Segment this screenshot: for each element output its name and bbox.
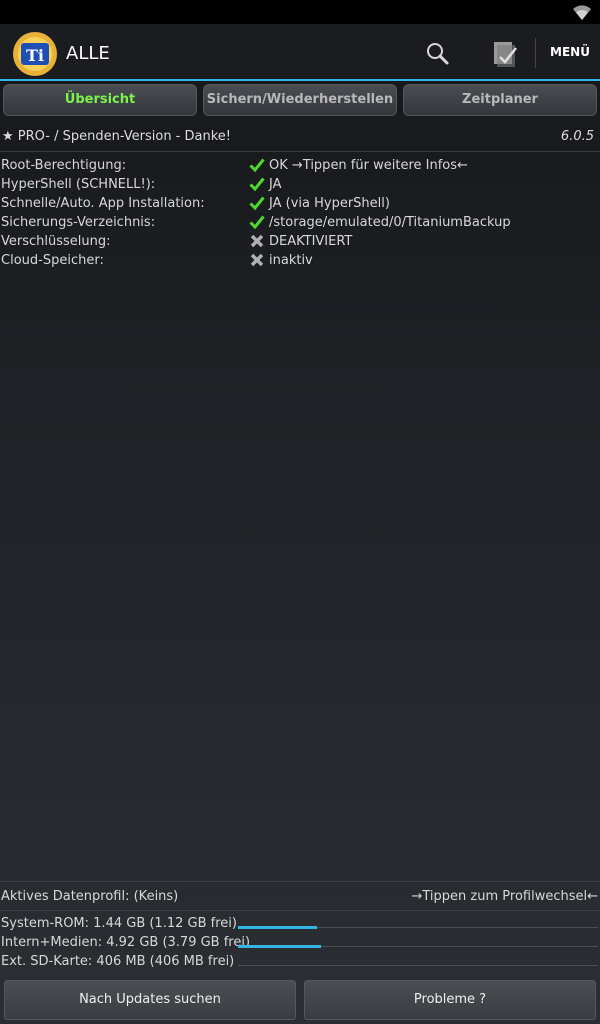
info-label: Schnelle/Auto. App Installation: — [1, 196, 205, 211]
info-row-hypershell: HyperShell (SCHNELL!): JA — [0, 175, 600, 194]
info-label: HyperShell (SCHNELL!): — [1, 177, 156, 192]
status-bar — [0, 0, 600, 24]
info-label: Cloud-Speicher: — [1, 253, 104, 268]
batch-icon[interactable] — [486, 36, 522, 72]
tab-uebersicht[interactable]: Übersicht — [3, 84, 197, 116]
storage-usage-fill — [238, 926, 318, 929]
active-profile-label[interactable]: Aktives Datenprofil: (Keins) — [1, 889, 178, 904]
storage-label: System-ROM: 1.44 GB (1.12 GB frei) — [1, 916, 237, 931]
storage-usage-bar — [238, 965, 598, 966]
tab-sichern-wiederherstellen[interactable]: Sichern/Wiederherstellen — [203, 84, 397, 116]
info-row-backup-folder: Sicherungs-Verzeichnis: /storage/emulate… — [0, 213, 600, 232]
check-icon — [249, 177, 265, 192]
info-label: Root-Berechtigung: — [1, 158, 127, 173]
pro-version-text: ★ PRO- / Spenden-Version - Danke! — [2, 129, 231, 144]
storage-label: Ext. SD-Karte: 406 MB (406 MB frei) — [1, 954, 235, 969]
divider — [0, 881, 600, 882]
action-bar-divider — [0, 79, 600, 81]
info-label: Verschlüsselung: — [1, 234, 111, 249]
menu-separator — [535, 38, 536, 68]
app-title[interactable]: ALLE — [66, 43, 110, 64]
storage-usage-fill — [238, 945, 321, 948]
info-row-encryption: Verschlüsselung: DEAKTIVIERT — [0, 232, 600, 251]
check-updates-button[interactable]: Nach Updates suchen — [4, 980, 296, 1020]
info-value: DEAKTIVIERT — [269, 234, 353, 249]
cross-icon — [250, 253, 264, 267]
info-value: JA — [269, 177, 282, 192]
app-logo-text: Ti — [26, 46, 44, 65]
storage-row-system-rom: System-ROM: 1.44 GB (1.12 GB frei) — [0, 914, 600, 933]
divider — [0, 910, 600, 911]
info-row-app-installation: Schnelle/Auto. App Installation: JA (via… — [0, 194, 600, 213]
version-label: 6.0.5 — [560, 129, 594, 144]
storage-row-internal: Intern+Medien: 4.92 GB (3.79 GB frei) — [0, 933, 600, 952]
pro-version-bar[interactable]: ★ PRO- / Spenden-Version - Danke! 6.0.5 — [0, 122, 600, 152]
info-row-cloud: Cloud-Speicher: inaktiv — [0, 251, 600, 270]
problems-button[interactable]: Probleme ? — [304, 980, 596, 1020]
check-icon — [249, 158, 265, 173]
menu-button[interactable]: MENÜ — [540, 45, 600, 59]
info-value: /storage/emulated/0/TitaniumBackup — [269, 215, 511, 230]
cross-icon — [250, 234, 264, 248]
search-icon[interactable] — [420, 36, 456, 72]
profile-switch-hint[interactable]: →Tippen zum Profilwechsel← — [412, 889, 599, 904]
info-value: JA (via HyperShell) — [269, 196, 390, 211]
storage-usage-bar — [238, 926, 598, 929]
storage-row-sd-card: Ext. SD-Karte: 406 MB (406 MB frei) — [0, 952, 600, 971]
tab-zeitplaner[interactable]: Zeitplaner — [403, 84, 597, 116]
info-value: OK →Tippen für weitere Infos← — [269, 158, 468, 173]
app-logo[interactable]: Ti — [12, 31, 58, 77]
info-value: inaktiv — [269, 253, 313, 268]
check-icon — [249, 215, 265, 230]
check-icon — [249, 196, 265, 211]
wifi-icon — [573, 5, 591, 21]
info-row-root[interactable]: Root-Berechtigung: OK →Tippen für weiter… — [0, 156, 600, 175]
storage-label: Intern+Medien: 4.92 GB (3.79 GB frei) — [1, 935, 251, 950]
storage-usage-bar — [238, 945, 598, 948]
info-label: Sicherungs-Verzeichnis: — [1, 215, 156, 230]
